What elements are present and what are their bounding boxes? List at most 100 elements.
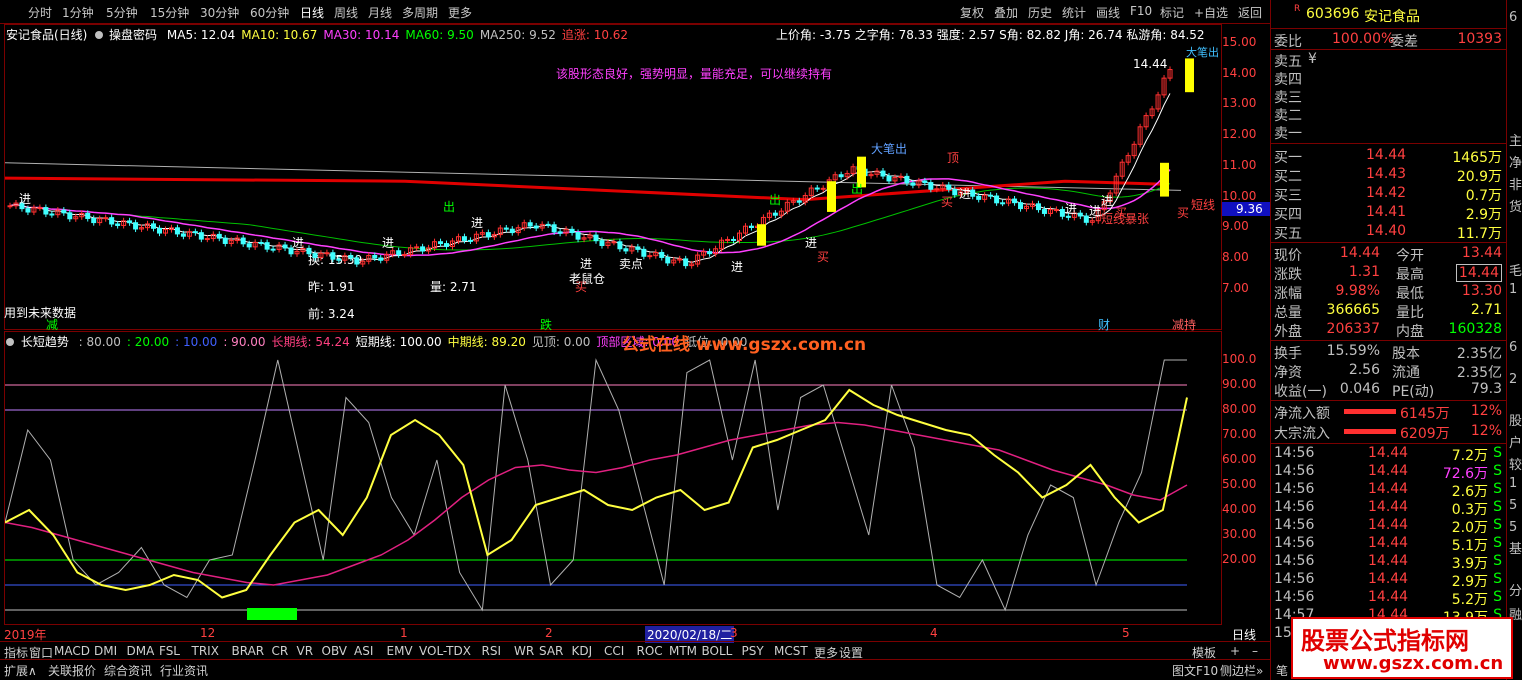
period-tab-6[interactable]: 日线 (300, 4, 324, 21)
indicator-tab-9[interactable]: VR (297, 644, 314, 658)
action-button-4[interactable]: 画线 (1096, 4, 1120, 21)
candle-body (396, 250, 402, 256)
candle-body (772, 212, 778, 216)
bottom-tab-3[interactable]: 行业资讯 (160, 662, 208, 679)
period-tab-3[interactable]: 15分钟 (150, 4, 189, 21)
indicator-tab-12[interactable]: EMV (387, 644, 413, 658)
watermark-line1: 股票公式指标网 (1301, 627, 1469, 655)
sell-price-0: ¥ (1308, 51, 1317, 67)
period-tab-10[interactable]: 更多 (448, 4, 472, 21)
indicator-tab-3[interactable]: DMI (94, 644, 117, 658)
indicator-tab-19[interactable]: ROC (637, 644, 663, 658)
indicator-tab-5[interactable]: FSL (159, 644, 180, 658)
osc-tick-6: 40.00 (1222, 502, 1257, 516)
period-tab-8[interactable]: 月线 (368, 4, 392, 21)
action-button-2[interactable]: 历史 (1028, 4, 1052, 21)
candle-body (246, 243, 252, 248)
indicator-tab-6[interactable]: TRIX (192, 644, 219, 658)
bottom-right-4[interactable]: 侧边栏» (1220, 662, 1263, 679)
candle-body (922, 180, 928, 184)
marker-14: 买 (1177, 206, 1189, 220)
candle-body (1041, 209, 1047, 214)
tick-time-6: 14:56 (1274, 553, 1315, 569)
panel-separator (1270, 340, 1506, 341)
trend-oscillator-chart[interactable] (5, 340, 1221, 624)
stat-value-a-4: 206337 (1326, 321, 1380, 337)
candlestick-chart[interactable]: 进进 进进出进出进进买出 进买进 买顶进进买大笔出短线短线暴张买卖点老鼠仓 (5, 25, 1221, 329)
bottom-right-2[interactable]: – (1252, 644, 1258, 658)
stat-label-a-4: 外盘 (1274, 324, 1302, 340)
panel-separator (1270, 443, 1506, 444)
r-flag-icon: R (1294, 4, 1301, 14)
period-tab-1[interactable]: 1分钟 (62, 4, 94, 21)
candle-body (216, 233, 222, 239)
indicator-tab-7[interactable]: BRAR (232, 644, 265, 658)
weicha-label: 委差 (1390, 34, 1418, 50)
period-tab-0[interactable]: 分时 (28, 4, 52, 21)
candle-body (623, 248, 629, 252)
period-tab-7[interactable]: 周线 (334, 4, 358, 21)
period-tab-5[interactable]: 60分钟 (250, 4, 289, 21)
indicator-tab-22[interactable]: PSY (742, 644, 764, 658)
indicator-tab-15[interactable]: WR (514, 644, 534, 658)
candle-body (61, 209, 67, 214)
candle-body (635, 246, 641, 250)
candle-body (1059, 209, 1065, 217)
time-label-3: 2 (545, 626, 553, 640)
buy-label-0: 买一 (1274, 150, 1302, 166)
indicator-tab-11[interactable]: ASI (354, 644, 373, 658)
panel-separator (1270, 400, 1506, 401)
candle-body (461, 236, 467, 241)
period-tab-9[interactable]: 多周期 (402, 4, 438, 21)
period-tab-4[interactable]: 30分钟 (200, 4, 239, 21)
action-button-6[interactable]: 标记 (1160, 4, 1184, 21)
bottom-tab-0[interactable]: 扩展∧ (4, 662, 37, 679)
indicator-tab-18[interactable]: CCI (604, 644, 624, 658)
tick-time-2: 14:56 (1274, 481, 1315, 497)
candle-body (240, 237, 246, 245)
indicator-tab-17[interactable]: KDJ (572, 644, 593, 658)
tick-row-3: 14:56 14.44 0.3万 S (1272, 499, 1504, 518)
buy-row-1: 买二 14.43 20.9万 (1272, 166, 1504, 185)
tick-side-1: S (1493, 463, 1502, 479)
candle-body (599, 240, 605, 247)
indicator-tab-23[interactable]: MCST (774, 644, 808, 658)
time-label-7: 5 (1122, 626, 1130, 640)
candle-body (952, 188, 958, 196)
osc-tick-1: 90.00 (1222, 377, 1257, 391)
indicator-tab-14[interactable]: RSI (482, 644, 502, 658)
tick-price-4: 14.44 (1368, 517, 1409, 533)
indicator-tab-8[interactable]: CR (272, 644, 289, 658)
candle-body (1065, 215, 1071, 218)
candle-body (133, 222, 139, 230)
action-button-1[interactable]: 叠加 (994, 4, 1018, 21)
action-button-7[interactable]: +自选 (1194, 4, 1228, 21)
panel-separator (1270, 143, 1506, 144)
action-button-5[interactable]: F10 (1130, 4, 1152, 18)
period-tab-2[interactable]: 5分钟 (106, 4, 138, 21)
tick-time-7: 14:56 (1274, 571, 1315, 587)
bottom-tab-2[interactable]: 综合资讯 (104, 662, 152, 679)
sell-label-1: 卖四 (1274, 72, 1302, 88)
stat-value-a-1: 1.31 (1348, 264, 1380, 280)
indicator-tab-13[interactable]: VOL-TDX (419, 644, 471, 658)
sell-row-1: 卖四 (1272, 69, 1504, 88)
indicator-tab-4[interactable]: DMA (127, 644, 155, 658)
bottom-right-1[interactable]: + (1230, 644, 1240, 658)
marker-10: 出 (851, 182, 863, 196)
indicator-tab-21[interactable]: BOLL (702, 644, 733, 658)
action-button-0[interactable]: 复权 (960, 4, 984, 21)
tick-vol-4: 2.0万 (1451, 520, 1488, 536)
indicator-tab-2[interactable]: MACD (54, 644, 90, 658)
bottom-right-3[interactable]: 图文F10 (1172, 662, 1218, 679)
stat-value-b-0: 13.44 (1461, 245, 1502, 261)
indicator-tab-16[interactable]: SAR (539, 644, 563, 658)
indicator-tab-10[interactable]: OBV (322, 644, 348, 658)
bottom-tab-1[interactable]: 关联报价 (48, 662, 96, 679)
indicator-tab-20[interactable]: MTM (669, 644, 697, 658)
buy-row-0: 买一 14.44 1465万 (1272, 147, 1504, 166)
candle-body (731, 238, 737, 241)
candle-body (503, 227, 509, 230)
candle-body (438, 241, 444, 245)
action-button-3[interactable]: 统计 (1062, 4, 1086, 21)
